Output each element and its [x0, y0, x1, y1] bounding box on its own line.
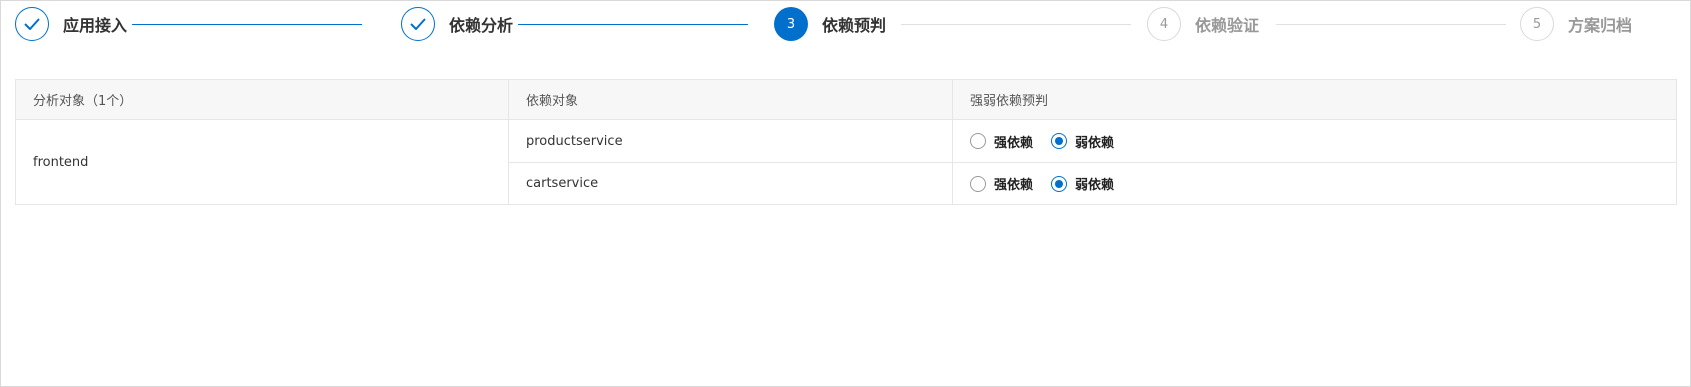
- analysis-object-cell: frontend: [16, 120, 509, 204]
- radio-button[interactable]: [970, 175, 986, 192]
- step-dependency-prediction: 3 依赖预判: [774, 7, 886, 41]
- radio-strong[interactable]: 强依赖: [970, 132, 1033, 151]
- dependency-table: 分析对象（1个） 依赖对象 强弱依赖预判 frontend productser…: [15, 79, 1677, 205]
- dependency-cell: cartservice: [509, 163, 953, 204]
- step-label: 依赖验证: [1195, 16, 1260, 35]
- step-app-access: 应用接入: [15, 7, 127, 41]
- step-dependency-verification: 4 依赖验证: [1147, 7, 1259, 41]
- radio-label: 强依赖: [994, 178, 1034, 193]
- prediction-cell: 强依赖 弱依赖: [953, 120, 1676, 162]
- radio-label: 弱依赖: [1075, 135, 1115, 151]
- step-number: 5: [1520, 7, 1554, 41]
- column-header-analysis-object: 分析对象（1个）: [16, 80, 509, 119]
- step-plan-archive: 5 方案归档: [1520, 7, 1632, 41]
- table-body: frontend productservice 强依赖 弱依赖 cartserv…: [16, 120, 1676, 204]
- step-label: 依赖分析: [449, 16, 514, 35]
- check-icon: [401, 7, 435, 41]
- stepper: 应用接入 依赖分析 3 依赖预判 4 依赖验证 5 方案归档: [15, 7, 1675, 41]
- dependency-cell: productservice: [509, 120, 953, 162]
- radio-group: 强依赖 弱依赖: [970, 132, 1132, 151]
- radio-label: 强依赖: [994, 135, 1034, 151]
- table-row: productservice 强依赖 弱依赖: [509, 120, 1676, 162]
- radio-button[interactable]: [970, 133, 986, 149]
- radio-button[interactable]: [1051, 133, 1068, 149]
- check-icon: [15, 7, 49, 41]
- step-number: 4: [1147, 7, 1181, 41]
- step-number: 3: [774, 7, 808, 41]
- radio-weak[interactable]: 弱依赖: [1051, 132, 1114, 151]
- table-header: 分析对象（1个） 依赖对象 强弱依赖预判: [16, 80, 1676, 120]
- step-label: 依赖预判: [822, 16, 887, 35]
- step-dependency-analysis: 依赖分析: [401, 7, 513, 41]
- radio-group: 强依赖 弱依赖: [970, 174, 1132, 193]
- radio-button[interactable]: [1051, 175, 1068, 192]
- step-label: 方案归档: [1568, 16, 1633, 35]
- step-connector: [518, 24, 748, 25]
- column-header-dependency: 依赖对象: [509, 80, 953, 119]
- step-label: 应用接入: [63, 16, 128, 35]
- radio-strong[interactable]: 强依赖: [970, 174, 1033, 193]
- radio-weak[interactable]: 弱依赖: [1051, 174, 1114, 193]
- radio-label: 弱依赖: [1075, 178, 1115, 193]
- step-connector: [1276, 24, 1506, 25]
- prediction-cell: 强依赖 弱依赖: [953, 163, 1676, 204]
- step-connector: [901, 24, 1131, 25]
- column-header-prediction: 强弱依赖预判: [970, 94, 1049, 109]
- step-connector: [132, 24, 362, 25]
- table-row: cartservice 强依赖 弱依赖: [509, 162, 1676, 204]
